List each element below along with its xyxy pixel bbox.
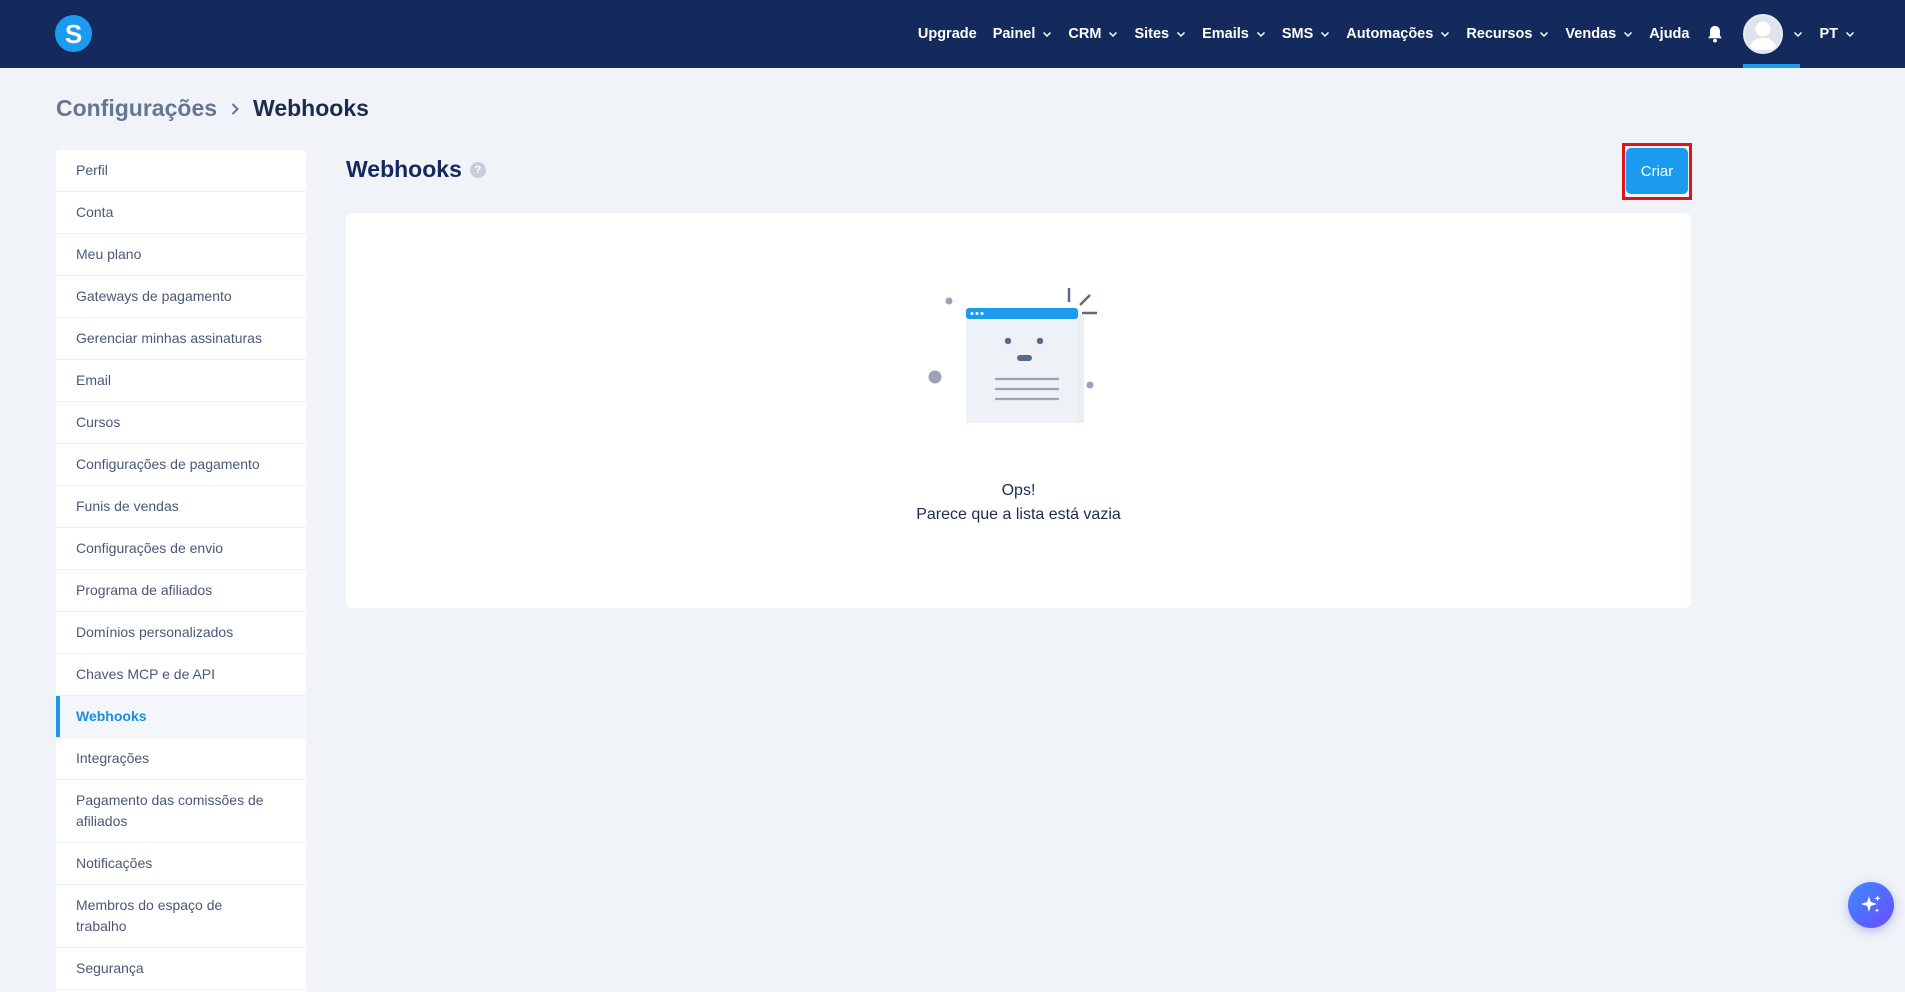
language-selector[interactable]: PT <box>1819 26 1855 42</box>
breadcrumb-root[interactable]: Configurações <box>56 95 217 122</box>
sidebar-item-pagamento-das-comissoes-de-afiliados[interactable]: Pagamento das comissões de afiliados <box>56 780 306 843</box>
sidebar-item-email[interactable]: Email <box>56 360 306 402</box>
breadcrumb-current: Webhooks <box>253 95 369 121</box>
sidebar-item-notificacoes[interactable]: Notificações <box>56 843 306 885</box>
sidebar-item-funis-de-vendas[interactable]: Funis de vendas <box>56 486 306 528</box>
nav-item-vendas[interactable]: Vendas <box>1565 26 1633 42</box>
sidebar-item-gateways-de-pagamento[interactable]: Gateways de pagamento <box>56 276 306 318</box>
sidebar-item-label: Meu plano <box>76 246 142 262</box>
create-webhook-button[interactable]: Criar <box>1626 148 1688 194</box>
nav-item-label: Painel <box>992 26 1036 42</box>
chevron-down-icon <box>1177 31 1186 38</box>
page-title: Webhooks ? <box>346 156 486 183</box>
sidebar-item-configuracoes-de-envio[interactable]: Configurações de envio <box>56 528 306 570</box>
sidebar-item-label: Email <box>76 372 112 388</box>
chevron-down-icon <box>1109 31 1118 38</box>
sidebar-item-perfil[interactable]: Perfil <box>56 150 306 192</box>
sidebar-item-meu-plano[interactable]: Meu plano <box>56 234 306 276</box>
chevron-down-icon <box>1441 31 1450 38</box>
chevron-down-icon <box>1794 31 1803 38</box>
nav-item-emails[interactable]: Emails <box>1202 26 1266 42</box>
sidebar-item-label: Segurança <box>76 960 144 976</box>
chevron-down-icon <box>1624 31 1633 38</box>
ai-assistant-button[interactable] <box>1848 882 1894 928</box>
nav-item-upgrade[interactable]: Upgrade <box>918 26 977 42</box>
sidebar-item-chaves-mcp-e-de-api[interactable]: Chaves MCP e de API <box>56 654 306 696</box>
nav-item-label: Ajuda <box>1649 26 1690 42</box>
sidebar-item-label: Cursos <box>76 414 121 430</box>
sidebar-item-label: Perfil <box>76 162 108 178</box>
bell-icon[interactable] <box>1705 23 1725 45</box>
main-nav: Upgrade Painel CRM Sites Emails SMS Automações… <box>902 0 1855 68</box>
sidebar-item-label: Configurações de pagamento <box>76 456 260 472</box>
nav-item-label: CRM <box>1068 26 1102 42</box>
sidebar-item-label: Gateways de pagamento <box>76 288 232 304</box>
chevron-down-icon <box>1256 31 1265 38</box>
page-title-text: Webhooks <box>346 156 462 182</box>
settings-sidebar: Perfil Conta Meu plano Gateways de pagament… <box>56 150 306 992</box>
empty-state-subtitle: Parece que a lista está vazia <box>916 506 1121 523</box>
sidebar-item-label: Notificações <box>76 855 153 871</box>
app-logo[interactable]: S <box>55 15 92 52</box>
nav-item-crm[interactable]: CRM <box>1068 26 1118 42</box>
nav-item-label: SMS <box>1281 26 1314 42</box>
language-label: PT <box>1819 26 1838 42</box>
nav-item-sites[interactable]: Sites <box>1134 26 1186 42</box>
sidebar-item-gerenciar-minhas-assinaturas[interactable]: Gerenciar minhas assinaturas <box>56 318 306 360</box>
active-indicator <box>1743 64 1801 68</box>
question-mark-icon[interactable]: ? <box>469 161 486 178</box>
nav-item-painel[interactable]: Painel <box>993 26 1053 42</box>
nav-item-recursos[interactable]: Recursos <box>1466 26 1549 42</box>
nav-item-label: Vendas <box>1565 26 1617 42</box>
sidebar-item-cursos[interactable]: Cursos <box>56 402 306 444</box>
sidebar-item-seguranca[interactable]: Segurança <box>56 948 306 990</box>
sidebar-item-label: Programa de afiliados <box>76 582 213 598</box>
sidebar-item-label: Integrações <box>76 750 150 766</box>
nav-item-ajuda[interactable]: Ajuda <box>1649 26 1689 42</box>
logo-letter: S <box>64 18 83 49</box>
chevron-right-icon <box>231 102 239 115</box>
empty-state-title: Ops! <box>1001 482 1036 499</box>
sidebar-item-programa-de-afiliados[interactable]: Programa de afiliados <box>56 570 306 612</box>
nav-item-sms[interactable]: SMS <box>1282 26 1330 42</box>
sidebar-item-label: Gerenciar minhas assinaturas <box>76 330 262 346</box>
chevron-down-icon <box>1321 31 1330 38</box>
chevron-down-icon <box>1540 31 1549 38</box>
sidebar-item-label: Conta <box>76 204 114 220</box>
sidebar-item-label: Configurações de envio <box>76 540 224 556</box>
sidebar-item-membros-do-espaco-de-trabalho[interactable]: Membros do espaço de trabalho <box>56 885 306 948</box>
sidebar-item-label: Funis de vendas <box>76 498 179 514</box>
breadcrumb: Configurações Webhooks <box>56 95 369 122</box>
chevron-down-icon <box>1043 31 1052 38</box>
sidebar-item-label: Chaves MCP e de API <box>76 666 216 682</box>
sidebar-item-webhooks[interactable]: Webhooks <box>56 696 306 738</box>
empty-list-illustration <box>928 288 1097 423</box>
sparkles-icon <box>1861 895 1881 913</box>
sidebar-item-label: Membros do espaço de trabalho <box>76 897 223 934</box>
nav-item-label: Emails <box>1202 26 1249 42</box>
webhooks-list-card: Ops! Parece que a lista está vazia <box>346 213 1691 608</box>
top-navigation-bar: S Upgrade Painel CRM Sites Emails SMS Automaçõ… <box>0 0 1905 68</box>
nav-item-label: Upgrade <box>917 26 977 42</box>
nav-item-label: Automações <box>1346 26 1434 42</box>
nav-items: Upgrade Painel CRM Sites Emails SMS Automações… <box>902 26 1690 42</box>
sidebar-item-conta[interactable]: Conta <box>56 192 306 234</box>
sidebar-item-dominios-personalizados[interactable]: Domínios personalizados <box>56 612 306 654</box>
nav-item-label: Recursos <box>1466 26 1533 42</box>
sidebar-item-label: Pagamento das comissões de afiliados <box>76 792 264 829</box>
sidebar-item-configuracoes-de-pagamento[interactable]: Configurações de pagamento <box>56 444 306 486</box>
avatar[interactable] <box>1743 14 1784 54</box>
chevron-down-icon <box>1845 31 1855 38</box>
nav-item-label: Sites <box>1134 26 1170 42</box>
user-menu[interactable] <box>1743 0 1803 68</box>
sidebar-item-label: Domínios personalizados <box>76 624 234 640</box>
sidebar-item-label: Webhooks <box>76 708 147 724</box>
nav-item-automacoes[interactable]: Automações <box>1346 26 1450 42</box>
sidebar-item-integracoes[interactable]: Integrações <box>56 738 306 780</box>
